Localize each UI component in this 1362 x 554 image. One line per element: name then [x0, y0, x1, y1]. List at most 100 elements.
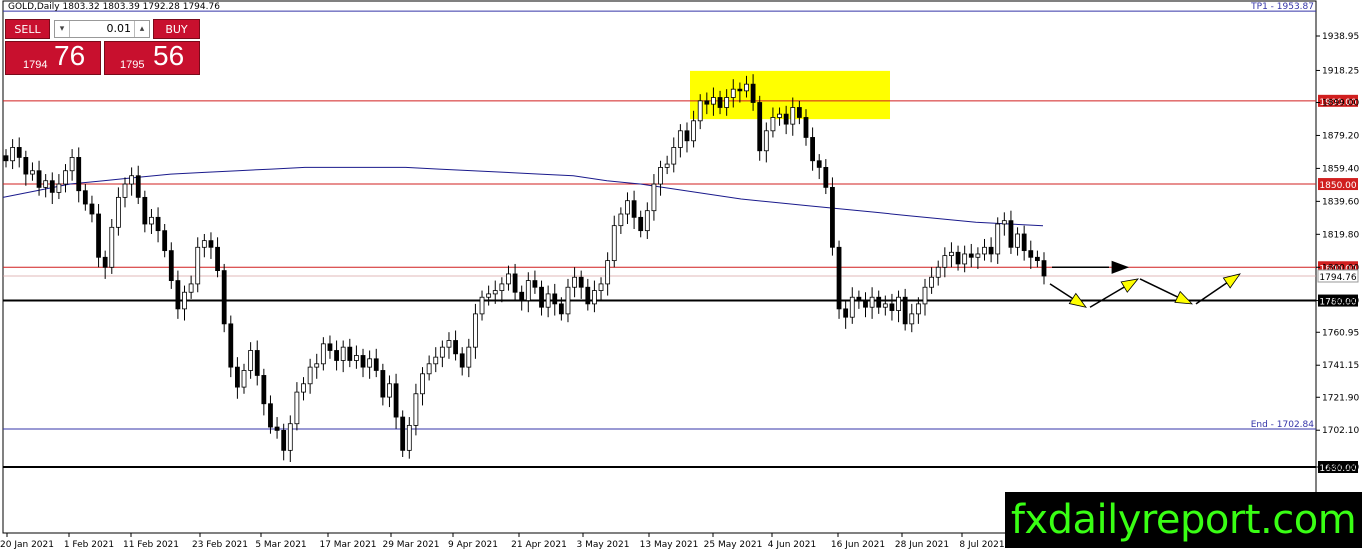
candle-body-28 [188, 283, 194, 293]
y-tick-label-12: 1702.10 [1322, 426, 1359, 436]
candle-body-156 [1034, 256, 1040, 262]
candle-body-109 [724, 97, 730, 108]
candle-body-125 [830, 186, 835, 248]
candle-body-113 [750, 83, 756, 103]
candle-body-93 [618, 213, 624, 227]
candle-body-118 [783, 113, 789, 125]
candle-body-24 [162, 230, 168, 252]
candle-body-138 [915, 303, 921, 315]
sell-button[interactable]: SELL [5, 19, 50, 39]
x-tick-label-3: 23 Feb 2021 [192, 540, 248, 550]
candle-body-1 [10, 147, 16, 162]
x-tick-label-13: 16 Jun 2021 [831, 540, 885, 550]
sell-price-quote[interactable]: 1794 76 [5, 40, 101, 75]
candle-body-112 [744, 83, 749, 92]
candle-body-39 [261, 375, 267, 405]
candle-body-145 [962, 253, 968, 265]
candle-body-68 [453, 340, 458, 355]
candle-body-131 [869, 296, 875, 308]
candle-body-17 [115, 196, 121, 228]
candle-body-82 [545, 293, 551, 308]
candle-body-47 [314, 363, 320, 368]
one-click-trading-panel: SELL ▾ 0.01 ▴ BUY 1794 76 1795 56 [5, 19, 200, 75]
candle-body-22 [149, 216, 154, 225]
candle-body-59 [393, 383, 399, 418]
candle-body-70 [466, 346, 472, 368]
buy-price-pips: 56 [153, 40, 185, 71]
candle-body-73 [486, 293, 492, 298]
candle-body-65 [433, 356, 439, 365]
candle-body-50 [334, 350, 339, 361]
candle-body-16 [109, 226, 115, 268]
candle-body-146 [968, 253, 974, 258]
lot-size-input[interactable]: 0.01 [71, 21, 133, 37]
candle-body-129 [856, 296, 862, 301]
x-tick-label-6: 29 Mar 2021 [382, 540, 439, 550]
candle-body-142 [942, 255, 948, 268]
candle-body-103 [684, 130, 690, 142]
candle-body-124 [823, 167, 829, 188]
projection-arrow-head-0 [1111, 260, 1130, 274]
candle-body-19 [129, 175, 135, 185]
candle-body-149 [988, 246, 994, 255]
y-tick-label-9: 1760.95 [1322, 328, 1359, 338]
candle-body-13 [89, 203, 95, 215]
candle-body-69 [459, 353, 465, 368]
candle-body-56 [373, 358, 379, 371]
y-tick-label-6: 1819.80 [1322, 230, 1359, 240]
candle-body-26 [175, 280, 181, 310]
y-tick-label-0: 1938.95 [1322, 32, 1359, 42]
x-tick-label-4: 5 Mar 2021 [255, 540, 306, 550]
chart-window: TP1 - 1953.87 1900.00 1850.00 1800.00 1780.0… [0, 0, 1362, 554]
candle-body-141 [935, 266, 941, 278]
level-label-0: TP1 - 1953.87 [1250, 2, 1314, 12]
candle-body-42 [281, 429, 287, 451]
candle-body-2 [16, 147, 22, 158]
candle-body-132 [876, 296, 882, 308]
candle-body-54 [360, 355, 366, 368]
buy-button[interactable]: BUY [153, 19, 200, 39]
candle-body-18 [122, 183, 128, 198]
x-tick-label-5: 17 Mar 2021 [319, 540, 376, 550]
projection-arrow-head-3 [1174, 290, 1194, 305]
candle-body-126 [836, 246, 842, 310]
candle-body-154 [1021, 233, 1027, 252]
candle-body-71 [473, 313, 478, 348]
candle-body-144 [955, 251, 961, 265]
candle-body-85 [565, 286, 571, 315]
y-tick-label-13: 1680.00 [1322, 463, 1359, 473]
candle-body-36 [241, 370, 247, 388]
candle-body-5 [36, 170, 42, 188]
y-tick-label-11: 1721.90 [1322, 393, 1359, 403]
x-tick-label-14: 28 Jun 2021 [895, 540, 949, 550]
level-label-5: End - 1702.84 [1251, 420, 1315, 430]
candle-body-35 [235, 366, 240, 388]
candle-body-100 [664, 163, 670, 168]
candle-body-105 [697, 100, 703, 122]
projection-arrow-shaft-2 [1089, 285, 1127, 308]
candle-body-79 [525, 280, 531, 301]
candle-body-64 [426, 363, 432, 375]
decrease-lot-icon[interactable]: ▾ [55, 21, 70, 37]
candle-body-67 [446, 340, 452, 348]
candle-body-75 [499, 283, 505, 291]
buy-price-quote[interactable]: 1795 56 [104, 40, 200, 75]
candle-body-63 [420, 373, 425, 395]
candle-body-108 [717, 97, 723, 108]
candle-body-127 [843, 308, 849, 318]
candle-body-81 [539, 286, 544, 308]
candle-body-78 [519, 291, 525, 301]
candle-body-27 [182, 291, 187, 310]
candle-body-89 [592, 290, 597, 305]
candle-body-135 [896, 296, 901, 311]
increase-lot-icon[interactable]: ▴ [134, 21, 149, 37]
lot-size-stepper[interactable]: ▾ 0.01 ▴ [54, 20, 150, 38]
candle-body-139 [922, 286, 928, 305]
candle-body-72 [479, 296, 485, 315]
candle-body-9 [63, 170, 68, 185]
candle-body-136 [902, 296, 908, 325]
candle-body-29 [195, 246, 201, 285]
candle-body-94 [625, 200, 630, 215]
watermark-logo: fxdailyreport.com [1005, 492, 1362, 548]
candle-body-76 [506, 273, 511, 285]
